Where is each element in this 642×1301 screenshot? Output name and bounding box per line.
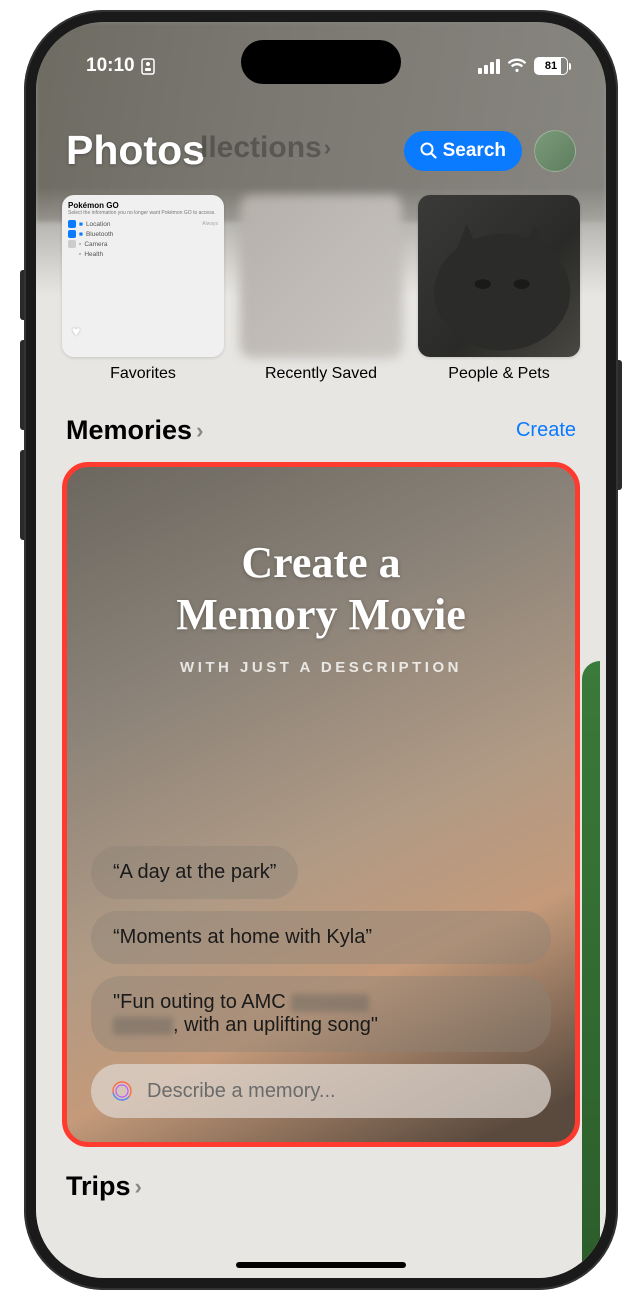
memory-suggestions: “A day at the park” “Moments at home wit… bbox=[91, 846, 551, 1118]
screen: 10:10 81 llections › Photos Search bbox=[36, 22, 606, 1278]
collections-row: Pokémon GO Select the information you no… bbox=[36, 195, 606, 393]
collection-label: Favorites bbox=[62, 365, 224, 383]
home-indicator[interactable] bbox=[236, 1262, 406, 1268]
page-title: Photos bbox=[66, 127, 205, 174]
memories-title[interactable]: Memories › bbox=[66, 415, 203, 446]
memories-section-header: Memories › Create bbox=[36, 393, 606, 462]
collection-recently-saved[interactable]: Recently Saved bbox=[240, 195, 402, 383]
redacted-text bbox=[113, 1017, 173, 1035]
phone-frame: 10:10 81 llections › Photos Search bbox=[24, 10, 618, 1290]
search-icon bbox=[420, 142, 437, 159]
suggestion-pill[interactable]: “A day at the park” bbox=[91, 846, 298, 899]
app-header: llections › Photos Search bbox=[36, 127, 606, 174]
volume-down-button bbox=[20, 450, 24, 540]
cat-image bbox=[418, 195, 580, 357]
collection-label: People & Pets bbox=[418, 365, 580, 383]
side-button bbox=[20, 270, 24, 320]
id-card-icon bbox=[141, 58, 155, 75]
chevron-right-icon: › bbox=[135, 1174, 142, 1200]
suggestion-pill[interactable]: "Fun outing to AMC , with an uplifting s… bbox=[91, 976, 551, 1052]
memory-description-input[interactable]: Describe a memory... bbox=[91, 1064, 551, 1118]
heart-icon: ♥ bbox=[72, 323, 80, 339]
memory-card-title: Create a Memory Movie bbox=[95, 537, 547, 641]
dynamic-island bbox=[241, 40, 401, 84]
chevron-right-icon: › bbox=[196, 418, 203, 444]
main-content: Pokémon GO Select the information you no… bbox=[36, 187, 606, 1278]
trips-section-header[interactable]: Trips › bbox=[36, 1147, 606, 1202]
wifi-icon bbox=[507, 58, 527, 74]
favorites-thumb: Pokémon GO Select the information you no… bbox=[62, 195, 224, 357]
search-button[interactable]: Search bbox=[404, 131, 522, 171]
search-label: Search bbox=[443, 140, 506, 162]
breadcrumb-collections: llections › bbox=[200, 131, 331, 165]
create-link[interactable]: Create bbox=[516, 419, 576, 442]
status-time: 10:10 bbox=[86, 55, 135, 77]
collection-label: Recently Saved bbox=[240, 365, 402, 383]
profile-avatar[interactable] bbox=[534, 130, 576, 172]
pets-thumb bbox=[418, 195, 580, 357]
apple-intelligence-icon bbox=[109, 1078, 135, 1104]
trips-title: Trips › bbox=[66, 1171, 142, 1202]
memory-card-subtitle: With just a description bbox=[95, 659, 547, 676]
power-button bbox=[618, 360, 622, 490]
redacted-text bbox=[291, 994, 369, 1012]
volume-up-button bbox=[20, 340, 24, 430]
collection-favorites[interactable]: Pokémon GO Select the information you no… bbox=[62, 195, 224, 383]
create-memory-card[interactable]: Create a Memory Movie With just a descri… bbox=[62, 462, 580, 1147]
next-memory-peek[interactable] bbox=[582, 661, 600, 1278]
cellular-signal-icon bbox=[478, 59, 500, 74]
collection-people-pets[interactable]: People & Pets bbox=[418, 195, 580, 383]
battery-indicator: 81 bbox=[534, 57, 568, 75]
recent-thumb bbox=[240, 195, 402, 357]
input-placeholder: Describe a memory... bbox=[147, 1080, 336, 1103]
suggestion-pill[interactable]: “Moments at home with Kyla” bbox=[91, 911, 551, 964]
